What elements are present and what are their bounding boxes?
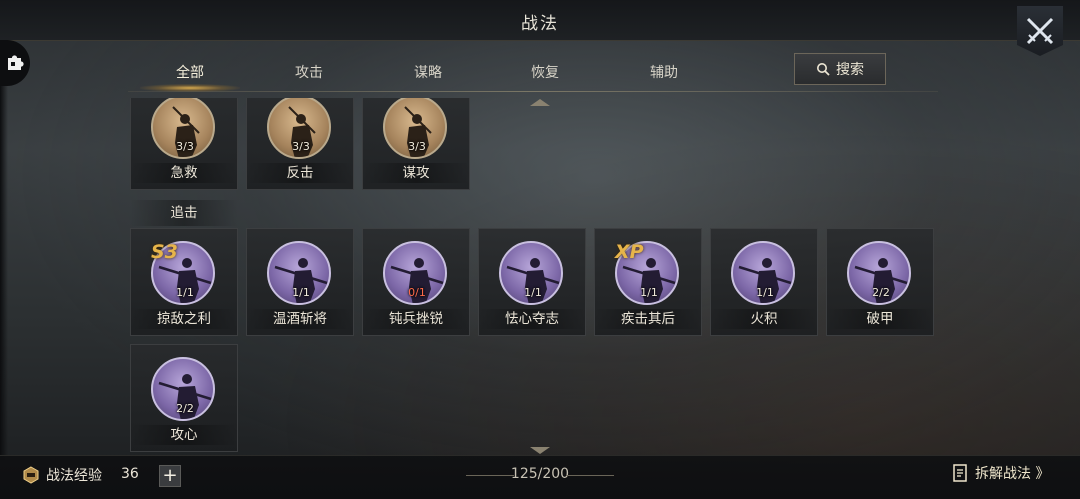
skill-name: 怯心夺志 — [479, 309, 585, 329]
skill-count: 1/1 — [176, 286, 194, 299]
skill-card[interactable]: 3/3 急救 — [130, 98, 238, 190]
close-button[interactable] — [1017, 6, 1063, 56]
add-xp-button[interactable]: + — [159, 465, 181, 487]
skill-xp-value: 36 — [121, 466, 139, 482]
skill-portrait: 3/3 — [151, 98, 215, 159]
skill-xp-text: 战法经验 — [46, 468, 102, 484]
search-label: 搜索 — [836, 62, 864, 78]
skill-capacity: 125/200 — [510, 466, 570, 482]
search-button[interactable]: 搜索 — [794, 53, 886, 85]
skill-portrait: 1/1 — [267, 241, 331, 305]
tab-attack[interactable]: 攻击 — [249, 60, 369, 88]
skill-portrait: 0/1 — [383, 241, 447, 305]
skill-name: 谋攻 — [363, 163, 469, 183]
page-title: 战法 — [521, 14, 559, 34]
document-list-icon — [953, 464, 967, 482]
skill-name: 温酒斩将 — [247, 309, 353, 329]
skill-portrait: 3/3 — [383, 98, 447, 159]
skill-portrait: 2/2 — [847, 241, 911, 305]
capacity-line-right — [566, 475, 614, 476]
skill-count: 1/1 — [756, 286, 774, 299]
skill-name: 急救 — [131, 163, 237, 183]
skill-name: 掠敌之利 — [131, 309, 237, 329]
skill-name: 钝兵挫锐 — [363, 309, 469, 329]
side-panel-toggle[interactable] — [0, 40, 30, 86]
skill-name: 疾击其后 — [595, 309, 701, 329]
skill-card[interactable]: 1/1 温酒斩将 — [246, 228, 354, 336]
xp-emblem-icon — [23, 466, 39, 484]
decompose-label: 拆解战法 》 — [975, 466, 1050, 482]
skill-card[interactable]: 1/1 S3 掠敌之利 — [130, 228, 238, 336]
skill-count: 3/3 — [292, 140, 310, 153]
skill-count: 1/1 — [524, 286, 542, 299]
skill-count: 3/3 — [176, 140, 194, 153]
skill-count: 1/1 — [292, 286, 310, 299]
skill-card[interactable]: 1/1 火积 — [710, 228, 818, 336]
side-strip — [0, 40, 8, 460]
tab-recovery[interactable]: 恢复 — [485, 60, 605, 88]
scroll-down-icon — [530, 447, 550, 454]
skill-xp-label: 战法经验 — [22, 465, 102, 485]
skill-portrait: 3/3 — [267, 98, 331, 159]
skill-card[interactable]: 1/1 怯心夺志 — [478, 228, 586, 336]
skill-badge: XP — [615, 241, 644, 263]
skill-count: 2/2 — [872, 286, 890, 299]
skill-card[interactable]: 2/2 攻心 — [130, 344, 238, 452]
skill-badge: S3 — [151, 241, 178, 263]
skill-card[interactable]: 2/2 破甲 — [826, 228, 934, 336]
skill-card[interactable]: 3/3 反击 — [246, 98, 354, 190]
skill-portrait: 1/1 — [731, 241, 795, 305]
crossed-swords-icon — [1026, 17, 1054, 45]
tab-strategy[interactable]: 谋略 — [368, 60, 488, 88]
skill-count: 2/2 — [176, 402, 194, 415]
skill-name: 攻心 — [131, 425, 237, 445]
skill-name: 火积 — [711, 309, 817, 329]
skill-portrait: 2/2 — [151, 357, 215, 421]
section-heading: 追击 — [130, 200, 238, 226]
skill-card[interactable]: 0/1 钝兵挫锐 — [362, 228, 470, 336]
skill-portrait: 1/1 — [499, 241, 563, 305]
search-icon — [817, 63, 830, 76]
skill-count: 3/3 — [408, 140, 426, 153]
puzzle-icon — [8, 55, 24, 70]
tab-all[interactable]: 全部 — [130, 60, 250, 92]
skill-name: 破甲 — [827, 309, 933, 329]
skill-count: 0/1 — [408, 286, 426, 299]
decompose-skill-button[interactable]: 拆解战法 》 — [953, 463, 1049, 483]
skill-count: 1/1 — [640, 286, 658, 299]
tab-divider — [128, 91, 938, 92]
skill-card[interactable]: 3/3 谋攻 — [362, 98, 470, 190]
skill-card[interactable]: 1/1 XP 疾击其后 — [594, 228, 702, 336]
scroll-up-icon — [530, 99, 550, 106]
tab-support[interactable]: 辅助 — [604, 60, 724, 88]
skill-name: 反击 — [247, 163, 353, 183]
